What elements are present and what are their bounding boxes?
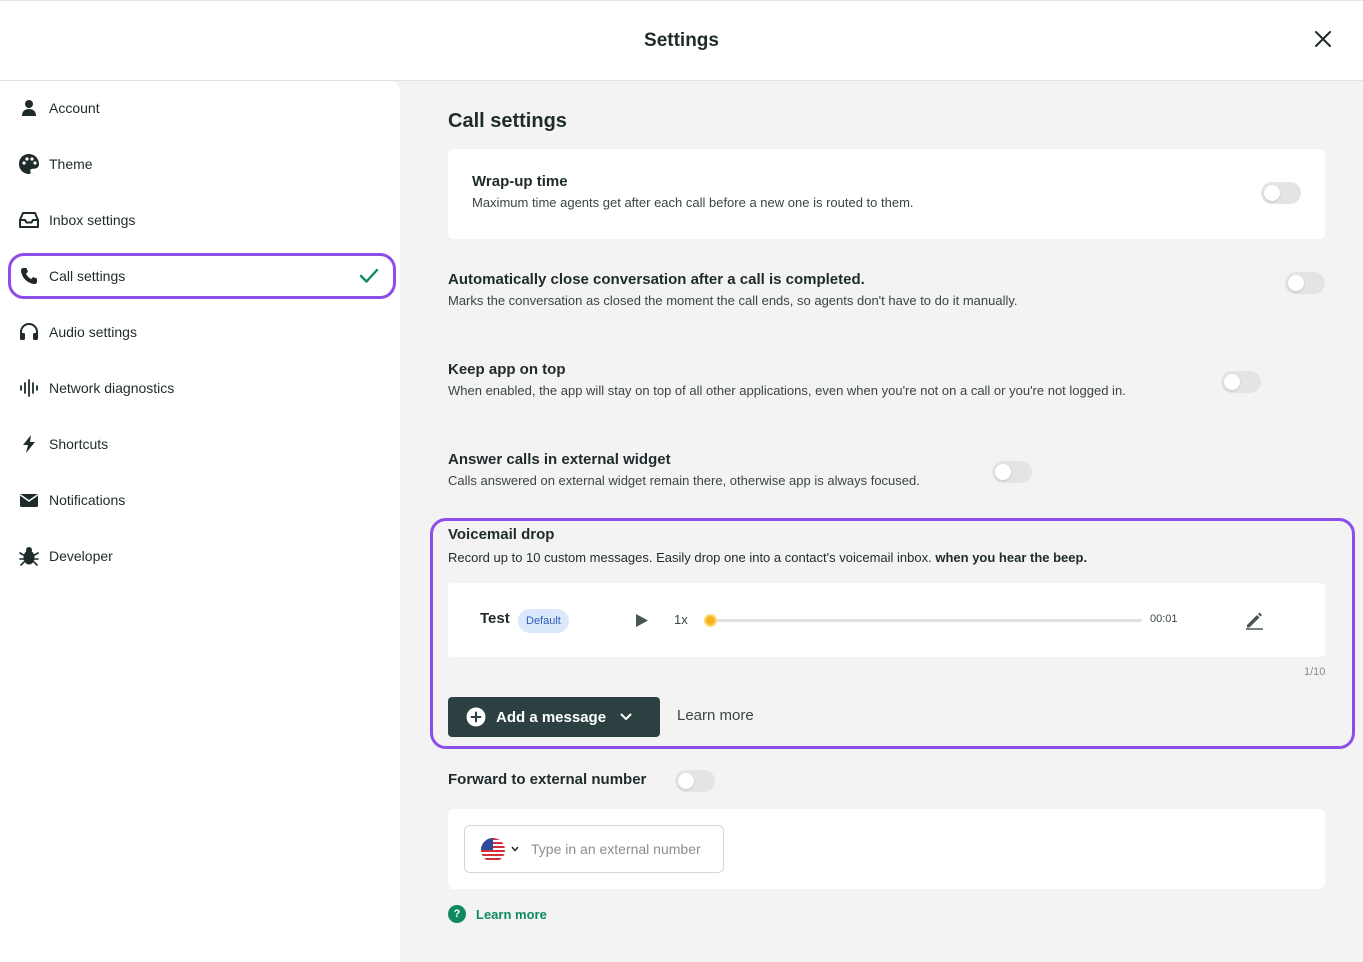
forward-card: Type in an external number	[448, 809, 1325, 889]
add-message-button[interactable]: Add a message	[448, 697, 660, 737]
sidebar-item-network-diagnostics[interactable]: Network diagnostics	[8, 365, 396, 411]
setting-title: Automatically close conversation after a…	[448, 271, 865, 288]
sidebar-item-label: Notifications	[49, 492, 126, 508]
progress-knob[interactable]	[704, 614, 717, 627]
setting-description: Maximum time agents get after each call …	[472, 195, 914, 210]
voicemail-description: Record up to 10 custom messages. Easily …	[448, 550, 1087, 565]
play-icon[interactable]	[635, 613, 649, 628]
chevron-down-icon	[620, 713, 632, 720]
sidebar-item-audio-settings[interactable]: Audio settings	[8, 309, 396, 355]
help-icon: ?	[448, 905, 466, 923]
sidebar-item-inbox-settings[interactable]: Inbox settings	[8, 197, 396, 243]
sidebar-item-label: Account	[49, 100, 100, 116]
auto-close-setting: Automatically close conversation after a…	[448, 271, 1018, 308]
playback-speed[interactable]: 1x	[674, 612, 688, 627]
sidebar-item-label: Audio settings	[49, 324, 137, 340]
sidebar: Account Theme Inbox settings Call settin…	[0, 81, 400, 962]
sidebar-item-label: Developer	[49, 548, 113, 564]
bug-icon	[18, 545, 40, 567]
setting-title: Answer calls in external widget	[448, 451, 671, 468]
setting-description: Marks the conversation as closed the mom…	[448, 293, 1018, 308]
voicemail-learn-more-link[interactable]: Learn more	[677, 707, 754, 724]
add-message-label: Add a message	[496, 708, 607, 726]
title-bar: Settings	[0, 0, 1363, 81]
keep-on-top-toggle[interactable]	[1221, 371, 1261, 393]
sidebar-item-label: Theme	[49, 156, 93, 172]
sidebar-item-notifications[interactable]: Notifications	[8, 477, 396, 523]
external-number-placeholder: Type in an external number	[531, 841, 701, 857]
section-title: Call settings	[448, 110, 567, 132]
forward-toggle[interactable]	[675, 770, 715, 792]
external-widget-toggle[interactable]	[992, 461, 1032, 483]
message-name: Test	[480, 610, 510, 627]
voicemail-desc-bold: when you hear the beep.	[935, 550, 1088, 565]
sidebar-item-call-settings[interactable]: Call settings	[8, 253, 396, 299]
default-badge: Default	[518, 609, 569, 633]
external-number-input[interactable]: Type in an external number	[464, 825, 724, 873]
sidebar-item-theme[interactable]: Theme	[8, 141, 396, 187]
wrap-up-card: Wrap-up time Maximum time agents get aft…	[448, 149, 1325, 239]
check-icon	[359, 268, 379, 283]
envelope-icon	[18, 489, 40, 511]
chevron-down-icon[interactable]	[511, 846, 519, 852]
setting-title: Keep app on top	[448, 361, 566, 378]
external-widget-setting: Answer calls in external widget Calls an…	[448, 451, 920, 488]
sidebar-item-label: Inbox settings	[49, 212, 136, 228]
sidebar-item-label: Shortcuts	[49, 436, 109, 452]
sidebar-item-label: Network diagnostics	[49, 380, 175, 396]
headset-icon	[18, 321, 40, 343]
auto-close-toggle[interactable]	[1285, 272, 1325, 294]
sidebar-item-shortcuts[interactable]: Shortcuts	[8, 421, 396, 467]
message-counter: 1/10	[1304, 666, 1326, 678]
pencil-icon[interactable]	[1244, 610, 1264, 630]
us-flag-icon[interactable]	[481, 838, 505, 862]
setting-description: When enabled, the app will stay on top o…	[448, 383, 1126, 398]
voicemail-title: Voicemail drop	[448, 526, 555, 543]
sidebar-item-label: Call settings	[49, 268, 126, 284]
page-title: Settings	[644, 30, 719, 51]
voicemail-desc-text: Record up to 10 custom messages. Easily …	[448, 550, 932, 565]
setting-title: Wrap-up time	[472, 173, 568, 190]
voicemail-message-row: Test Default 1x 00:01	[448, 583, 1325, 657]
forward-label: Forward to external number	[448, 771, 647, 788]
sidebar-item-account[interactable]: Account	[8, 85, 396, 131]
palette-icon	[18, 153, 40, 175]
person-icon	[18, 97, 40, 119]
inbox-icon	[18, 209, 40, 231]
sidebar-item-developer[interactable]: Developer	[8, 533, 396, 579]
phone-icon	[18, 265, 40, 287]
progress-track[interactable]	[710, 619, 1142, 622]
plus-circle-icon	[466, 707, 486, 727]
waveform-icon	[18, 377, 40, 399]
wrap-up-setting: Wrap-up time Maximum time agents get aft…	[472, 173, 914, 210]
duration: 00:01	[1150, 613, 1178, 625]
learn-more-label: Learn more	[476, 906, 547, 922]
forward-learn-more-link[interactable]: ? Learn more	[448, 905, 547, 923]
lightning-icon	[18, 433, 40, 455]
close-icon[interactable]	[1311, 27, 1335, 51]
main-content: Call settings Wrap-up time Maximum time …	[400, 81, 1363, 962]
wrap-up-toggle[interactable]	[1261, 182, 1301, 204]
keep-on-top-setting: Keep app on top When enabled, the app wi…	[448, 361, 1126, 398]
setting-description: Calls answered on external widget remain…	[448, 473, 920, 488]
